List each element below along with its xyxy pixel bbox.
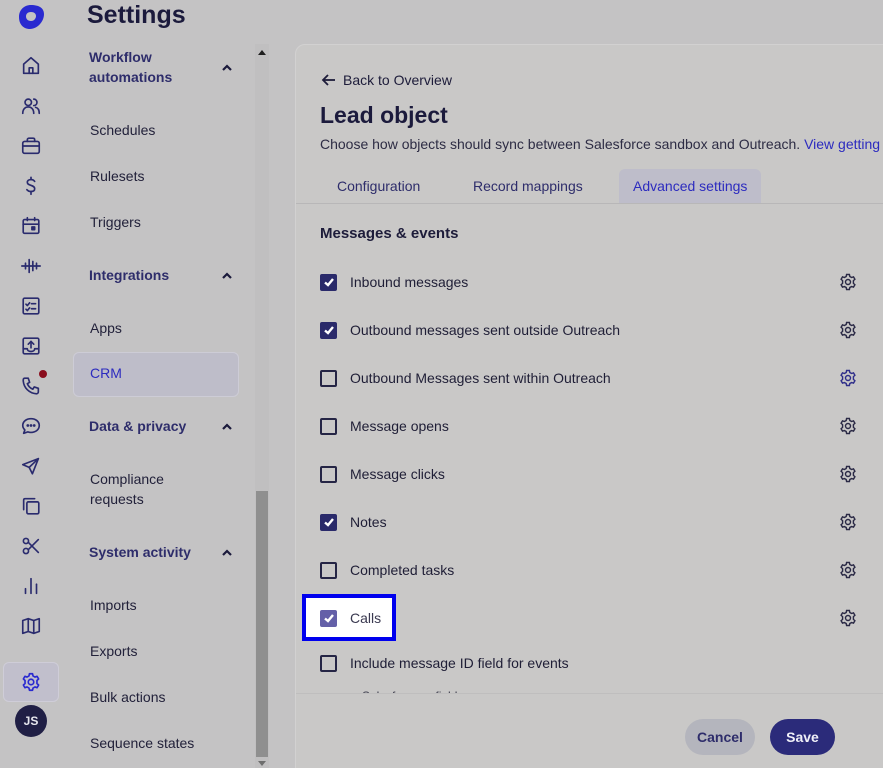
nav-group-integrations[interactable]: Integrations: [89, 265, 239, 285]
back-label: Back to Overview: [343, 72, 452, 88]
chevron-up-icon[interactable]: [220, 546, 234, 560]
option-label: Notes: [350, 514, 387, 530]
chevron-up-icon[interactable]: [220, 420, 234, 434]
object-description: Choose how objects should sync between S…: [320, 136, 883, 152]
calendar-icon[interactable]: [19, 214, 43, 238]
nav-item-apps[interactable]: Apps: [90, 318, 122, 338]
scroll-up-arrow-icon[interactable]: [258, 50, 266, 55]
option-label: Inbound messages: [350, 274, 469, 290]
option-label: Outbound Messages sent within Outreach: [350, 370, 611, 386]
avatar-initials: JS: [23, 714, 39, 728]
checkbox-include-message-id[interactable]: [320, 654, 337, 672]
send-icon[interactable]: [19, 454, 43, 478]
checkbox-outbound-outside[interactable]: [320, 321, 337, 339]
option-row: Calls: [320, 606, 870, 630]
checkbox-message-opens[interactable]: [320, 417, 337, 435]
outreach-logo-icon[interactable]: [17, 4, 45, 30]
home-icon[interactable]: [19, 54, 43, 78]
nav-item-imports[interactable]: Imports: [90, 595, 137, 615]
nav-group-data-privacy[interactable]: Data & privacy: [89, 416, 239, 436]
gear-icon[interactable]: [838, 368, 858, 388]
option-label: Include message ID field for events: [350, 655, 569, 671]
settings-nav: Workflow automations Schedules Rulesets …: [62, 44, 255, 768]
option-row: Completed tasks: [320, 558, 870, 582]
checkbox-message-clicks[interactable]: [320, 465, 337, 483]
option-row: Outbound Messages sent within Outreach: [320, 366, 870, 390]
chevron-up-icon[interactable]: [220, 61, 234, 75]
dollar-icon[interactable]: [19, 174, 43, 198]
tab-configuration[interactable]: Configuration: [337, 169, 420, 203]
nav-item-crm[interactable]: CRM: [73, 352, 239, 397]
gear-icon[interactable]: [838, 272, 858, 292]
tab-bar: Configuration Record mappings Advanced s…: [296, 169, 883, 204]
option-row: Message opens: [320, 414, 870, 438]
checkbox-notes[interactable]: [320, 513, 337, 531]
option-row: Outbound messages sent outside Outreach: [320, 318, 870, 342]
section-title: Messages & events: [320, 225, 459, 242]
nav-scrollbar[interactable]: [255, 44, 269, 768]
option-label: Outbound messages sent outside Outreach: [350, 322, 621, 338]
main-panel: Back to Overview Lead object Choose how …: [295, 44, 883, 768]
nav-item-crm-label: CRM: [90, 365, 122, 381]
nav-item-rulesets[interactable]: Rulesets: [90, 166, 144, 186]
checkbox-completed-tasks[interactable]: [320, 561, 337, 579]
option-label: Message clicks: [350, 466, 445, 482]
arrow-left-icon: [321, 74, 335, 86]
view-getting-started-link[interactable]: View getting s: [804, 136, 883, 152]
chat-icon[interactable]: [19, 414, 43, 438]
checkbox-outbound-within[interactable]: [320, 369, 337, 387]
gear-icon[interactable]: [838, 560, 858, 580]
nav-item-triggers[interactable]: Triggers: [90, 212, 141, 232]
gear-icon[interactable]: [838, 608, 858, 628]
waveform-icon[interactable]: [19, 254, 43, 278]
gear-icon[interactable]: [838, 512, 858, 532]
cancel-button[interactable]: Cancel: [685, 719, 755, 755]
tab-record-mappings[interactable]: Record mappings: [473, 169, 583, 203]
map-icon[interactable]: [19, 614, 43, 638]
gear-icon[interactable]: [838, 416, 858, 436]
avatar[interactable]: JS: [15, 705, 47, 737]
option-row: Message clicks: [320, 462, 870, 486]
notification-dot: [39, 370, 47, 378]
option-label: Completed tasks: [350, 562, 455, 578]
nav-item-compliance-requests[interactable]: Compliance requests: [90, 469, 190, 509]
option-row: Inbound messages: [320, 270, 870, 294]
nav-item-bulk-actions[interactable]: Bulk actions: [90, 687, 165, 707]
scissors-icon[interactable]: [19, 534, 43, 558]
page-title: Settings: [87, 1, 186, 29]
copy-icon[interactable]: [19, 494, 43, 518]
checkbox-calls[interactable]: [320, 609, 337, 627]
scroll-thumb[interactable]: [256, 491, 268, 757]
option-label: Calls: [350, 610, 382, 626]
checklist-icon[interactable]: [19, 294, 43, 318]
nav-item-exports[interactable]: Exports: [90, 641, 137, 661]
save-button[interactable]: Save: [770, 719, 835, 755]
nav-group-system-activity[interactable]: System activity: [89, 542, 239, 562]
upload-tray-icon[interactable]: [19, 334, 43, 358]
people-icon[interactable]: [19, 94, 43, 118]
icon-rail: JS: [0, 0, 62, 768]
footer-actions: Cancel Save: [296, 693, 883, 768]
checkbox-inbound-messages[interactable]: [320, 273, 337, 291]
nav-item-sequence-states[interactable]: Sequence states: [90, 733, 194, 753]
gear-icon[interactable]: [838, 320, 858, 340]
gear-icon[interactable]: [19, 670, 43, 694]
chevron-up-icon[interactable]: [220, 269, 234, 283]
option-row: Include message ID field for events: [320, 651, 870, 675]
scroll-down-arrow-icon[interactable]: [258, 761, 266, 766]
object-title: Lead object: [320, 102, 448, 128]
option-row: Notes: [320, 510, 870, 534]
phone-icon[interactable]: [19, 374, 43, 398]
option-label: Message opens: [350, 418, 449, 434]
briefcase-icon[interactable]: [19, 134, 43, 158]
tab-advanced-settings[interactable]: Advanced settings: [619, 169, 762, 203]
nav-group-workflow-automations[interactable]: Workflow automations: [89, 47, 209, 87]
description-text: Choose how objects should sync between S…: [320, 136, 805, 152]
bar-chart-icon[interactable]: [19, 574, 43, 598]
nav-item-schedules[interactable]: Schedules: [90, 120, 155, 140]
gear-icon[interactable]: [838, 464, 858, 484]
back-to-overview-link[interactable]: Back to Overview: [320, 71, 452, 89]
